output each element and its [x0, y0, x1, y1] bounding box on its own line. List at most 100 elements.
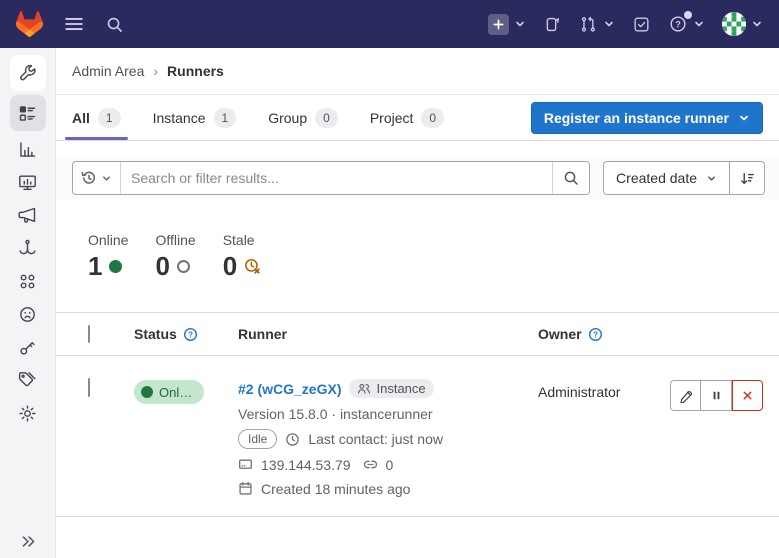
- breadcrumb-runners: Runners: [167, 63, 224, 79]
- help-button[interactable]: ?: [668, 14, 705, 34]
- svg-text:?: ?: [593, 330, 598, 339]
- status-badge-label: Online: [159, 385, 194, 400]
- online-dot-icon: [141, 386, 153, 398]
- sidebar-item-labels[interactable]: [10, 364, 46, 397]
- gitlab-logo[interactable]: [16, 11, 43, 37]
- search-submit-button[interactable]: [552, 162, 589, 194]
- issues-button[interactable]: [543, 15, 562, 34]
- runner-type-tabs: All 1 Instance 1 Group 0 Project 0 Regis…: [56, 95, 779, 141]
- wrench-icon: [17, 63, 38, 84]
- breadcrumb: Admin Area › Runners: [56, 48, 779, 95]
- stat-value: 1: [88, 253, 102, 279]
- question-circle-icon[interactable]: ?: [183, 327, 198, 342]
- stat-stale: Stale 0: [223, 232, 261, 279]
- merge-requests-button[interactable]: [579, 15, 615, 34]
- sidebar-item-abuse-reports[interactable]: [10, 298, 46, 331]
- labels-icon: [17, 370, 38, 391]
- main-content: Admin Area › Runners All 1 Instance 1 Gr…: [56, 48, 779, 558]
- avatar: [722, 12, 746, 36]
- runner-ip-address: 139.144.53.79: [261, 457, 351, 473]
- linked-projects-count: 0: [386, 457, 394, 473]
- breadcrumb-admin-area[interactable]: Admin Area: [72, 63, 144, 79]
- column-header-status: Status: [134, 326, 177, 342]
- sidebar-item-analytics[interactable]: [10, 133, 46, 166]
- hook-icon: [17, 238, 38, 259]
- hamburger-menu-icon[interactable]: [63, 13, 85, 35]
- stat-offline: Offline 0: [155, 232, 195, 279]
- search-input[interactable]: [121, 162, 552, 194]
- edit-runner-button[interactable]: [670, 380, 701, 411]
- stat-value: 0: [155, 253, 169, 279]
- row-checkbox[interactable]: [88, 378, 90, 397]
- runner-link[interactable]: #2 (wCG_zeGX): [238, 381, 341, 397]
- question-circle-icon[interactable]: ?: [588, 327, 603, 342]
- key-icon: [17, 337, 38, 358]
- clock-icon: [285, 432, 300, 447]
- tab-count-badge: 0: [421, 108, 444, 128]
- user-menu-button[interactable]: [722, 12, 763, 36]
- runner-actions: [667, 380, 763, 411]
- top-navigation-bar: ?: [0, 0, 779, 48]
- runner-summary-cell: #2 (wCG_zeGX) Instance Version 15.8.0 · …: [238, 379, 538, 504]
- owner-link[interactable]: Administrator: [538, 384, 620, 400]
- sort-by-label: Created date: [616, 170, 697, 186]
- chevron-down-icon: [738, 112, 750, 124]
- sort-direction-button[interactable]: [730, 161, 765, 195]
- stat-value: 0: [223, 253, 237, 279]
- tab-label: Group: [268, 110, 307, 126]
- tab-count-badge: 1: [98, 108, 121, 128]
- chevron-down-icon: [101, 173, 112, 184]
- sidebar-item-overview[interactable]: [10, 95, 46, 131]
- sidebar-item-monitoring[interactable]: [10, 166, 46, 199]
- link-icon: [363, 457, 378, 472]
- tab-group[interactable]: Group 0: [268, 95, 338, 140]
- tab-label: Project: [370, 110, 414, 126]
- table-header-row: Status ? Runner Owner ?: [56, 312, 779, 356]
- runner-status-stats: Online 1 Offline 0 Stale 0: [88, 232, 763, 279]
- host-icon: [238, 457, 253, 472]
- stat-label: Online: [88, 232, 128, 248]
- todos-button[interactable]: [632, 15, 651, 34]
- collapse-sidebar-icon: [20, 533, 37, 550]
- sidebar-item-credentials[interactable]: [10, 331, 46, 364]
- sort-by-dropdown[interactable]: Created date: [603, 161, 730, 195]
- delete-runner-button[interactable]: [732, 380, 763, 411]
- tab-project[interactable]: Project 0: [370, 95, 444, 140]
- sidebar-item-admin-area[interactable]: [10, 55, 46, 91]
- offline-circle-icon: [177, 260, 190, 273]
- runner-type-label: Instance: [376, 381, 425, 396]
- history-icon: [81, 170, 97, 186]
- overview-icon: [17, 103, 38, 124]
- breadcrumb-separator: ›: [153, 63, 158, 79]
- merge-request-icon: [579, 15, 598, 34]
- online-dot-icon: [109, 260, 122, 273]
- sidebar-item-system-hooks[interactable]: [10, 232, 46, 265]
- search-history-button[interactable]: [73, 162, 121, 194]
- megaphone-icon: [17, 205, 38, 226]
- new-menu-button[interactable]: [488, 14, 526, 35]
- tab-count-badge: 0: [315, 108, 338, 128]
- pause-runner-button[interactable]: [701, 380, 732, 411]
- stat-online: Online 1: [88, 232, 128, 279]
- sidebar-item-messages[interactable]: [10, 199, 46, 232]
- people-icon: [357, 382, 371, 396]
- svg-text:?: ?: [188, 330, 193, 339]
- stale-clock-icon: [244, 258, 261, 275]
- help-icon: ?: [668, 14, 688, 34]
- chevron-down-icon: [706, 173, 717, 184]
- tab-all[interactable]: All 1: [72, 95, 121, 140]
- sidebar-item-settings[interactable]: [10, 397, 46, 430]
- tab-instance[interactable]: Instance 1: [153, 95, 237, 140]
- tab-label: All: [72, 110, 90, 126]
- analytics-icon: [17, 139, 38, 160]
- search-icon: [563, 170, 579, 186]
- pause-icon: [710, 389, 723, 402]
- register-instance-runner-button[interactable]: Register an instance runner: [531, 102, 763, 134]
- search-icon[interactable]: [105, 15, 124, 34]
- chevron-down-icon: [693, 18, 705, 30]
- register-button-label: Register an instance runner: [544, 110, 729, 126]
- sidebar-item-applications[interactable]: [10, 265, 46, 298]
- select-all-checkbox[interactable]: [88, 325, 90, 343]
- collapse-sidebar-button[interactable]: [0, 533, 56, 550]
- plus-square-icon: [488, 14, 509, 35]
